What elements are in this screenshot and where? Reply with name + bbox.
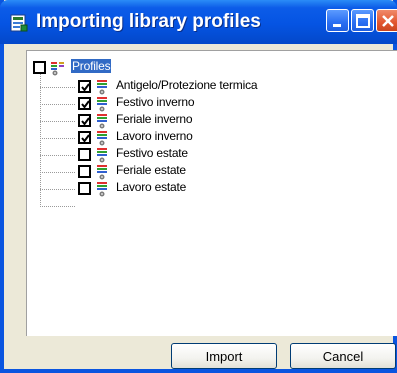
- maximize-button[interactable]: [351, 9, 374, 32]
- item-checkbox[interactable]: [78, 97, 91, 110]
- cancel-button[interactable]: Cancel: [290, 343, 396, 369]
- profiles-tree[interactable]: Profiles Antigelo/Protezione termica Fes…: [26, 50, 397, 336]
- tree-connector-line: [40, 67, 41, 207]
- tree-connector-line: [40, 104, 75, 105]
- tree-connector-line: [40, 206, 75, 207]
- item-label: Lavoro inverno: [116, 129, 193, 143]
- profiles-icon: [51, 62, 64, 76]
- profile-icon: [97, 80, 107, 95]
- root-checkbox[interactable]: [33, 61, 46, 74]
- tree-root[interactable]: Profiles: [33, 59, 153, 77]
- maximize-icon: [356, 14, 370, 28]
- list-item[interactable]: Festivo inverno: [78, 95, 378, 113]
- checkmark-icon: [81, 117, 90, 126]
- close-icon: [382, 15, 394, 27]
- list-item[interactable]: Festivo estate: [78, 146, 378, 164]
- profile-icon: [97, 165, 107, 180]
- profile-icon: [97, 182, 107, 197]
- list-item[interactable]: Antigelo/Protezione termica: [78, 78, 378, 96]
- import-dialog: Importing library profiles Profiles Anti…: [0, 0, 397, 373]
- item-checkbox[interactable]: [78, 131, 91, 144]
- tree-connector-line: [40, 138, 75, 139]
- profile-icon: [97, 114, 107, 129]
- list-item[interactable]: Lavoro estate: [78, 180, 378, 198]
- item-label: Festivo estate: [116, 146, 188, 160]
- list-item[interactable]: Feriale inverno: [78, 112, 378, 130]
- profile-icon: [97, 131, 107, 146]
- item-checkbox[interactable]: [78, 80, 91, 93]
- item-label: Lavoro estate: [116, 180, 187, 194]
- checkmark-icon: [81, 134, 90, 143]
- item-label: Feriale inverno: [116, 112, 193, 126]
- tree-connector-line: [40, 155, 75, 156]
- checkmark-icon: [81, 100, 90, 109]
- profile-icon: [97, 148, 107, 163]
- profile-icon: [97, 97, 107, 112]
- list-item[interactable]: Lavoro inverno: [78, 129, 378, 147]
- import-button[interactable]: Import: [171, 343, 277, 369]
- window-title: Importing library profiles: [36, 11, 261, 32]
- item-checkbox[interactable]: [78, 148, 91, 161]
- item-checkbox[interactable]: [78, 165, 91, 178]
- item-label: Festivo inverno: [116, 95, 195, 109]
- tree-root-label: Profiles: [71, 59, 112, 73]
- item-label: Feriale estate: [116, 163, 186, 177]
- tree-connector-line: [40, 87, 75, 88]
- window-app-icon: [10, 14, 28, 32]
- item-label: Antigelo/Protezione termica: [116, 78, 258, 92]
- minimize-icon: [333, 24, 341, 27]
- item-checkbox[interactable]: [78, 114, 91, 127]
- tree-connector-line: [40, 189, 75, 190]
- tree-connector-line: [40, 172, 75, 173]
- item-checkbox[interactable]: [78, 182, 91, 195]
- title-bar[interactable]: Importing library profiles: [0, 0, 397, 44]
- close-button[interactable]: [376, 9, 397, 32]
- list-item[interactable]: Feriale estate: [78, 163, 378, 181]
- tree-connector-line: [40, 121, 75, 122]
- checkmark-icon: [81, 83, 90, 92]
- minimize-button[interactable]: [326, 9, 349, 32]
